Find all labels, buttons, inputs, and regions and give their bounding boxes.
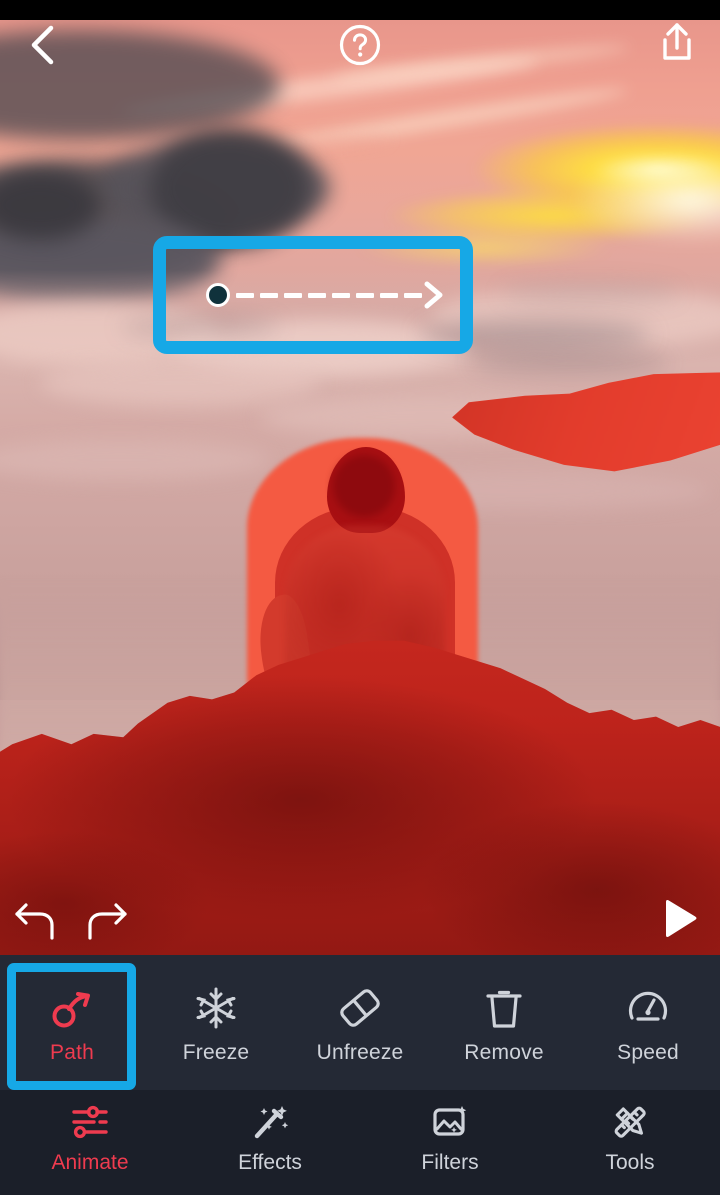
- tab-label: Filters: [421, 1151, 479, 1174]
- person-hood-shadow: [333, 455, 395, 517]
- animate-icon: [69, 1102, 111, 1142]
- app-root: Path Freeze Unfreeze Remove Speed Animat…: [0, 0, 720, 1195]
- path-annotation-frame[interactable]: [153, 236, 473, 354]
- cloud-shadow: [470, 350, 670, 376]
- sun-highlight: [480, 130, 720, 270]
- tool-label: Unfreeze: [316, 1040, 404, 1064]
- share-upload-icon: [663, 23, 691, 60]
- status-bar: [0, 0, 720, 20]
- help-circle-icon: [339, 24, 381, 66]
- play-triangle-icon: [666, 900, 697, 938]
- snowflake-icon: [192, 983, 240, 1033]
- tool-label: Freeze: [182, 1040, 250, 1064]
- cloud-shadow: [500, 282, 680, 304]
- path-start-handle[interactable]: [206, 283, 230, 307]
- redo-arrow-icon: [88, 903, 127, 940]
- cloud-puff: [40, 360, 320, 406]
- path-icon: [47, 983, 97, 1033]
- tab-filters[interactable]: Filters: [360, 1102, 540, 1173]
- tab-animate[interactable]: Animate: [0, 1102, 180, 1173]
- undo-arrow-icon: [15, 903, 54, 940]
- tab-tools[interactable]: Tools: [540, 1102, 720, 1173]
- trash-icon: [481, 983, 527, 1033]
- path-arrow-icon: [423, 280, 445, 310]
- play-button[interactable]: [654, 893, 706, 945]
- main-tabbar: Animate Effects Filters Tools: [0, 1090, 720, 1195]
- share-button[interactable]: [650, 16, 704, 70]
- tool-speed[interactable]: Speed: [576, 955, 720, 1090]
- speedometer-icon: [624, 983, 672, 1033]
- undo-button[interactable]: [10, 895, 62, 947]
- chevron-left-icon: [31, 25, 54, 65]
- tab-label: Tools: [605, 1151, 655, 1174]
- path-dashed-line: [236, 293, 434, 298]
- path-annotation-content: [166, 249, 460, 341]
- tab-label: Effects: [238, 1151, 302, 1174]
- tool-label: Remove: [464, 1040, 544, 1064]
- magic-wand-icon: [249, 1102, 291, 1142]
- tool-remove[interactable]: Remove: [432, 955, 576, 1090]
- canvas-controls: [0, 895, 720, 955]
- eraser-icon: [335, 983, 385, 1033]
- back-button[interactable]: [16, 18, 70, 72]
- redo-button[interactable]: [80, 895, 132, 947]
- pencil-ruler-icon: [609, 1102, 651, 1142]
- photo-canvas[interactable]: [0, 20, 720, 955]
- tab-label: Animate: [51, 1151, 129, 1174]
- tool-path[interactable]: Path: [0, 955, 144, 1090]
- tool-label: Speed: [617, 1040, 679, 1064]
- tool-unfreeze[interactable]: Unfreeze: [288, 955, 432, 1090]
- tool-label: Path: [50, 1040, 94, 1064]
- photo-sparkle-icon: [429, 1102, 471, 1142]
- tab-effects[interactable]: Effects: [180, 1102, 360, 1173]
- tool-freeze[interactable]: Freeze: [144, 955, 288, 1090]
- animate-toolbar: Path Freeze Unfreeze Remove Speed: [0, 955, 720, 1090]
- help-button[interactable]: [333, 18, 387, 72]
